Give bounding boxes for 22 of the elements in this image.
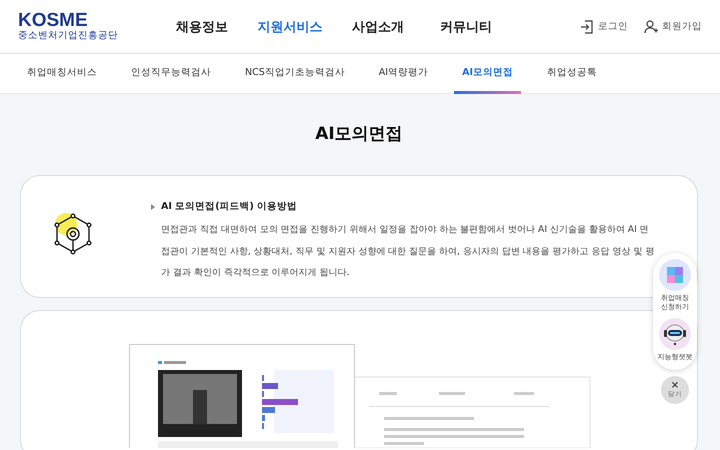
sub-nav-tab[interactable]: AI모의면접 xyxy=(454,54,521,94)
sub-nav-tab[interactable]: 인성직무능력검사 xyxy=(123,54,219,94)
nav-link[interactable]: 채용정보 xyxy=(158,18,246,36)
signup-link[interactable]: 회원가입 xyxy=(644,20,702,34)
login-link[interactable]: 로그인 xyxy=(580,20,628,34)
sub-nav-tab[interactable]: 취업성공톡 xyxy=(538,54,605,94)
bullet-icon xyxy=(151,204,155,210)
sub-nav-tab[interactable]: 취업매칭서비스 xyxy=(19,54,105,94)
description-text: 면접관과 직접 대면하여 모의 면접을 진행하기 위해서 일정을 잡아야 하는 불편함에서 벗어나 AI 신기술을 활용하여 AI 면접관이 기본적인 사항, 상황대처, 직무 및 지원자 성향에 대한 질문을 하여, 응시자의 답변 내용을 평가하고 응답 영상 및 평가 결과 확인이 즉각적으로 이루어지게 됩니다. xyxy=(161,223,656,280)
user-add-icon xyxy=(644,20,658,34)
robot-icon xyxy=(659,318,691,350)
section-heading: AI 모의면접(피드백) 이용방법 xyxy=(161,200,298,213)
page-title: AI모의면접 xyxy=(314,123,404,145)
nav-link[interactable]: 커뮤니티 xyxy=(422,18,510,36)
sub-nav-tab[interactable]: NCS직업기초능력검사 xyxy=(237,54,353,94)
logo-subtitle: 중소벤처기업진흥공단 xyxy=(18,30,119,42)
nav-link[interactable]: 사업소개 xyxy=(334,18,422,36)
login-icon xyxy=(580,20,594,34)
logo-wordmark[interactable]: KOSME xyxy=(18,11,148,30)
puzzle-icon xyxy=(659,259,691,291)
sub-nav-tab[interactable]: AI역량평가 xyxy=(370,54,436,94)
nav-link[interactable]: 지원서비스 xyxy=(246,18,334,36)
